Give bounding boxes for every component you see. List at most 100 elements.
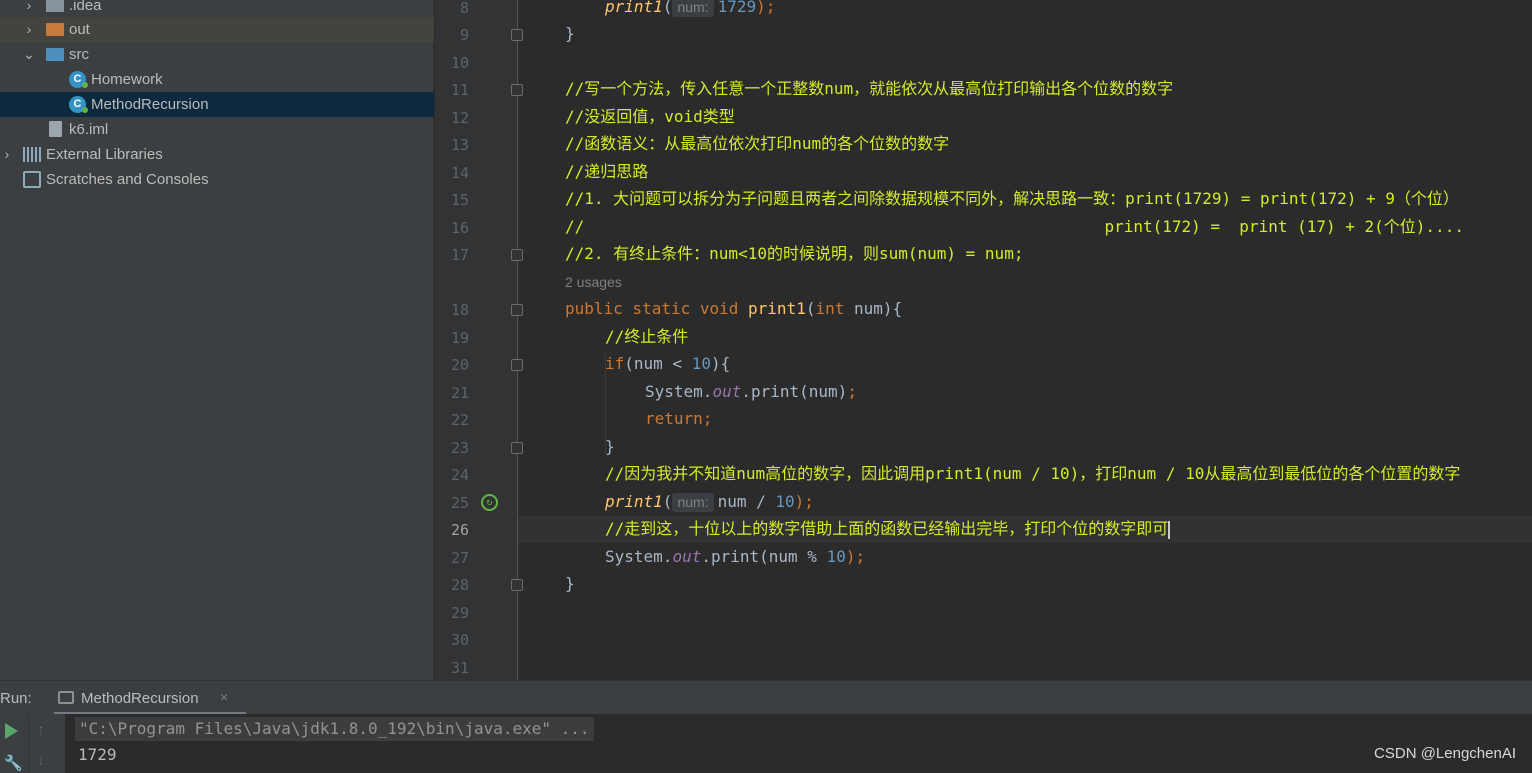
code-line-25: print1(num: num / 10); <box>605 492 814 512</box>
chevron-right-icon[interactable]: › <box>0 142 14 167</box>
code-token: print1 <box>605 0 663 16</box>
line-number: 8 <box>459 0 469 17</box>
rerun-icon[interactable] <box>5 723 18 739</box>
console-command-line[interactable]: "C:\Program Files\Java\jdk1.8.0_192\bin\… <box>75 717 594 741</box>
code-token: out <box>672 547 702 566</box>
code-line-16: // print(172) = print (17) + 2(个位).... <box>565 217 1464 236</box>
run-panel-header: Run: MethodRecursion × <box>0 680 1532 715</box>
console-output[interactable]: "C:\Program Files\Java\jdk1.8.0_192\bin\… <box>65 714 1532 773</box>
tree-item-idea[interactable]: › .idea <box>0 0 434 18</box>
line-number: 17 <box>450 246 469 264</box>
line-number: 10 <box>450 54 469 72</box>
arrow-up-icon[interactable]: ↑ <box>37 722 45 740</box>
code-editor[interactable]: 8 9 10 11 12 13 14 15 16 17 18 19 20 21 … <box>435 0 1532 680</box>
run-panel-title: Run: <box>0 690 32 707</box>
tree-item-homework[interactable]: C Homework <box>0 67 434 92</box>
recursive-call-icon[interactable]: ↻ <box>481 494 498 511</box>
tree-item-label: out <box>69 21 90 38</box>
tree-item-src[interactable]: ⌄ src <box>0 42 434 67</box>
tree-item-label: Homework <box>91 71 163 88</box>
fold-marker-icon[interactable] <box>511 304 523 316</box>
code-line-21: System.out.print(num); <box>645 382 857 402</box>
tree-item-scratches[interactable]: Scratches and Consoles <box>0 167 434 192</box>
code-line-23: } <box>605 437 615 456</box>
code-line-26: //走到这，十位以上的数字借助上面的函数已经输出完毕，打印个位的数字即可 <box>605 519 1171 539</box>
text-caret <box>1168 520 1171 539</box>
line-number: 22 <box>450 411 469 429</box>
fold-marker-icon[interactable] <box>511 84 523 96</box>
code-token: (num < <box>624 354 692 373</box>
tree-item-external-libraries[interactable]: › External Libraries <box>0 142 434 167</box>
line-number: 23 <box>450 439 469 457</box>
code-line-8: print1(num: 1729); <box>605 0 775 17</box>
code-line-19: //终止条件 <box>605 327 689 346</box>
line-number: 13 <box>450 136 469 154</box>
tree-item-out[interactable]: › out <box>0 17 434 42</box>
project-tree: › .idea › out ⌄ src C Homework C MethodR… <box>0 0 434 680</box>
toolbar-divider <box>28 714 29 773</box>
line-number: 28 <box>450 576 469 594</box>
code-line-27: System.out.print(num % 10); <box>605 547 865 567</box>
code-token: print1 <box>748 299 806 318</box>
tree-item-label: k6.iml <box>69 121 109 138</box>
code-token: 10 <box>691 354 711 373</box>
code-token: .print(num % <box>701 547 827 566</box>
line-number: 11 <box>450 81 469 99</box>
code-line-11: //写一个方法，传入任意一个正整数num，就能依次从最高位打印输出各个位数的数字 <box>565 79 1174 98</box>
line-number: 12 <box>450 109 469 127</box>
java-class-icon: C <box>69 71 88 88</box>
tree-item-label: MethodRecursion <box>91 96 209 113</box>
line-number: 16 <box>450 219 469 237</box>
chevron-down-icon[interactable]: ⌄ <box>22 42 36 67</box>
code-token: //走到这，十位以上的数字借助上面的函数已经输出完毕，打印个位的数字即可 <box>605 519 1169 538</box>
folder-icon <box>46 48 64 61</box>
code-line-20: if(num < 10){ <box>605 354 730 374</box>
tree-item-methodrecursion[interactable]: C MethodRecursion <box>0 92 434 117</box>
code-token: .print(num) <box>741 382 848 401</box>
line-number: 18 <box>450 301 469 319</box>
code-line-15: //1. 大问题可以拆分为子问题且两者之间除数据规模不同外，解决思路一致：pri… <box>565 189 1459 208</box>
code-line-14: //递归思路 <box>565 162 649 181</box>
folder-icon <box>46 0 64 12</box>
arrow-down-icon[interactable]: ↓ <box>37 752 45 770</box>
code-line-18: public static void print1(int num){ <box>565 299 902 319</box>
line-number: 9 <box>459 26 469 44</box>
code-token: ( <box>662 492 673 511</box>
code-line-13: //函数语义：从最高位依次打印num的各个位数的数字 <box>565 134 950 153</box>
watermark: CSDN @LengchenAI <box>1374 745 1516 762</box>
tree-item-label: .idea <box>69 0 102 14</box>
chevron-right-icon[interactable]: › <box>22 0 36 18</box>
code-token: 10 <box>775 492 795 511</box>
close-icon[interactable]: × <box>220 689 228 705</box>
line-number: 20 <box>450 356 469 374</box>
code-token: ); <box>845 547 866 566</box>
tree-item-k6-iml[interactable]: k6.iml <box>0 117 434 142</box>
run-tab-methodrecursion[interactable]: MethodRecursion × <box>54 681 246 715</box>
usages-hint[interactable]: 2 usages <box>565 274 622 290</box>
line-number: 25 <box>450 494 469 512</box>
wrench-icon[interactable]: 🔧 <box>4 754 23 772</box>
code-line-17: //2. 有终止条件：num<10的时候说明，则sum(num) = num; <box>565 244 1024 263</box>
code-token: out <box>712 382 742 401</box>
fold-marker-icon[interactable] <box>511 442 523 454</box>
gutter-divider <box>517 0 518 680</box>
code-token: public static void <box>565 299 749 318</box>
line-number: 27 <box>450 549 469 567</box>
code-line-28: } <box>565 574 575 593</box>
line-number: 30 <box>450 631 469 649</box>
code-token: 1729 <box>717 0 757 16</box>
line-number: 31 <box>450 659 469 677</box>
tree-item-label: Scratches and Consoles <box>46 171 209 188</box>
code-token: ); <box>756 0 776 16</box>
console-icon <box>58 691 74 704</box>
fold-marker-icon[interactable] <box>511 29 523 41</box>
code-line-24: //因为我并不知道num高位的数字，因此调用print1(num / 10)，打… <box>605 464 1461 483</box>
chevron-right-icon[interactable]: › <box>22 17 36 42</box>
line-number: 19 <box>450 329 469 347</box>
fold-marker-icon[interactable] <box>511 579 523 591</box>
fold-marker-icon[interactable] <box>511 359 523 371</box>
line-number: 24 <box>450 466 469 484</box>
code-line-9: } <box>565 24 575 43</box>
fold-marker-icon[interactable] <box>511 249 523 261</box>
line-number: 21 <box>450 384 469 402</box>
